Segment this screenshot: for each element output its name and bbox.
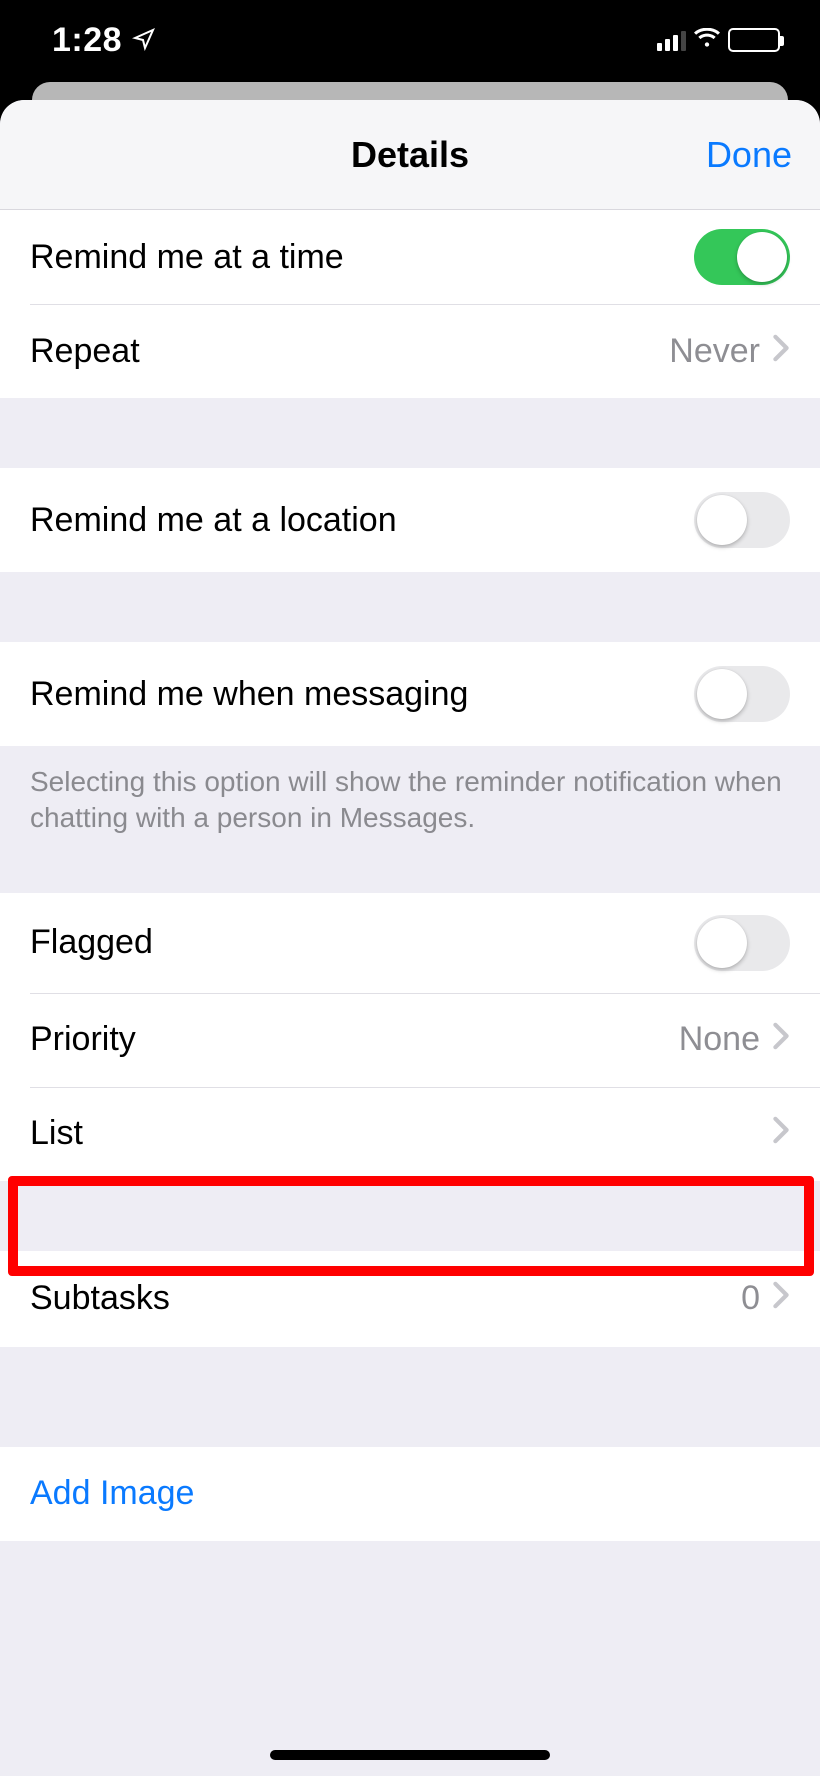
row-add-image[interactable]: Add Image bbox=[0, 1447, 820, 1541]
spacer bbox=[0, 572, 820, 642]
row-subtasks[interactable]: Subtasks 0 bbox=[0, 1251, 820, 1347]
label-flagged: Flagged bbox=[30, 923, 694, 962]
label-add-image: Add Image bbox=[30, 1474, 790, 1513]
group-flag-priority-list: Flagged Priority None List bbox=[0, 893, 820, 1181]
chevron-right-icon bbox=[772, 1279, 790, 1318]
label-remind-time: Remind me at a time bbox=[30, 238, 694, 277]
label-remind-messaging: Remind me when messaging bbox=[30, 675, 694, 714]
row-remind-location[interactable]: Remind me at a location bbox=[0, 468, 820, 572]
label-priority: Priority bbox=[30, 1020, 679, 1059]
status-right bbox=[657, 28, 780, 53]
cellular-icon bbox=[657, 29, 686, 51]
row-remind-messaging[interactable]: Remind me when messaging bbox=[0, 642, 820, 746]
group-subtasks: Subtasks 0 bbox=[0, 1251, 820, 1347]
row-repeat[interactable]: Repeat Never bbox=[0, 304, 820, 398]
toggle-remind-messaging[interactable] bbox=[694, 666, 790, 722]
home-indicator[interactable] bbox=[270, 1750, 550, 1760]
done-button[interactable]: Done bbox=[706, 134, 792, 176]
chevron-right-icon bbox=[772, 1114, 790, 1153]
status-left: 1:28 bbox=[52, 21, 156, 60]
wifi-icon bbox=[694, 28, 720, 53]
page-title: Details bbox=[351, 134, 469, 176]
spacer bbox=[0, 1181, 820, 1251]
label-repeat: Repeat bbox=[30, 332, 669, 371]
location-icon bbox=[132, 21, 156, 60]
row-remind-time[interactable]: Remind me at a time bbox=[0, 210, 820, 304]
group-add-image: Add Image bbox=[0, 1447, 820, 1541]
details-sheet: Details Done Remind me at a time Repeat … bbox=[0, 100, 820, 1776]
toggle-flagged[interactable] bbox=[694, 915, 790, 971]
label-list: List bbox=[30, 1114, 760, 1153]
status-bar: 1:28 bbox=[0, 0, 820, 90]
nav-bar: Details Done bbox=[0, 100, 820, 210]
value-repeat: Never bbox=[669, 332, 760, 371]
label-subtasks: Subtasks bbox=[30, 1279, 741, 1318]
toggle-remind-location[interactable] bbox=[694, 492, 790, 548]
status-time: 1:28 bbox=[52, 21, 122, 60]
footnote-messaging: Selecting this option will show the remi… bbox=[0, 746, 820, 863]
spacer bbox=[0, 1347, 820, 1447]
row-flagged[interactable]: Flagged bbox=[0, 893, 820, 993]
toggle-remind-time[interactable] bbox=[694, 229, 790, 285]
label-remind-location: Remind me at a location bbox=[30, 501, 694, 540]
value-priority: None bbox=[679, 1020, 760, 1059]
chevron-right-icon bbox=[772, 332, 790, 371]
group-location: Remind me at a location bbox=[0, 468, 820, 572]
spacer bbox=[0, 398, 820, 468]
group-time: Remind me at a time Repeat Never bbox=[0, 210, 820, 398]
value-subtasks: 0 bbox=[741, 1279, 760, 1318]
battery-icon bbox=[728, 28, 780, 52]
spacer bbox=[0, 863, 820, 893]
row-priority[interactable]: Priority None bbox=[0, 993, 820, 1087]
chevron-right-icon bbox=[772, 1020, 790, 1059]
group-messaging: Remind me when messaging bbox=[0, 642, 820, 746]
row-list[interactable]: List bbox=[0, 1087, 820, 1181]
